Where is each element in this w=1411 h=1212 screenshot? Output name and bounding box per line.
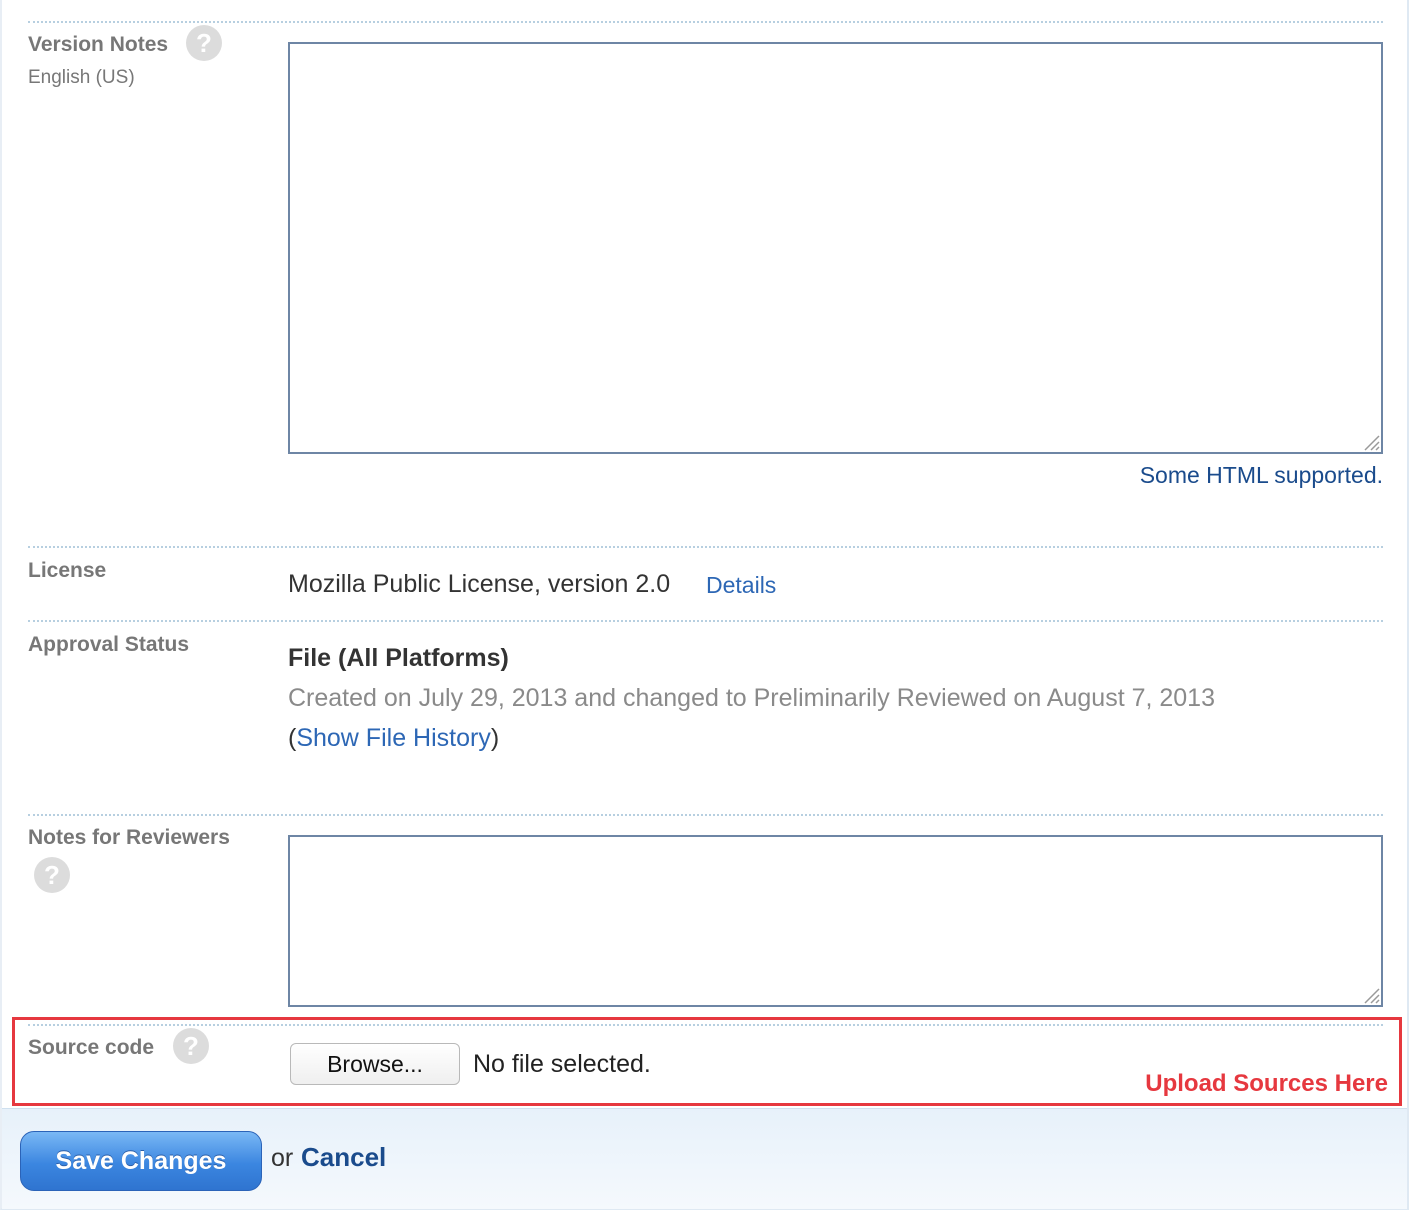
reviewer-notes-help-icon[interactable]: ? xyxy=(34,857,70,893)
license-label: License xyxy=(28,559,107,582)
license-details-link[interactable]: Details xyxy=(706,572,776,599)
cancel-link[interactable]: Cancel xyxy=(301,1142,386,1173)
file-status-text: Created on July 29, 2013 and changed to … xyxy=(288,684,1215,712)
license-value: Mozilla Public License, version 2.0 xyxy=(288,570,671,598)
version-notes-help-icon[interactable]: ? xyxy=(186,25,222,61)
section-divider xyxy=(28,620,1383,622)
reviewer-notes-textarea[interactable] xyxy=(288,835,1383,1007)
approval-status-label: Approval Status xyxy=(28,633,190,656)
resize-grip-icon[interactable] xyxy=(1362,986,1380,1004)
section-divider xyxy=(28,814,1383,816)
show-file-history-link[interactable]: Show File History xyxy=(296,724,491,752)
version-notes-textarea[interactable] xyxy=(288,42,1383,454)
version-notes-label: Version Notes xyxy=(28,33,169,56)
or-text: or xyxy=(271,1144,294,1172)
save-changes-button[interactable]: Save Changes xyxy=(20,1131,262,1191)
section-divider xyxy=(28,21,1383,23)
resize-grip-icon[interactable] xyxy=(1362,433,1380,451)
file-history-line: (Show File History) xyxy=(288,724,499,753)
section-divider xyxy=(28,546,1383,548)
file-title: File (All Platforms) xyxy=(288,644,509,672)
version-notes-locale: English (US) xyxy=(28,67,135,88)
reviewer-notes-label: Notes for Reviewers xyxy=(28,826,230,849)
html-supported-note: Some HTML supported. xyxy=(1139,462,1383,488)
upload-sources-annotation: Upload Sources Here xyxy=(1145,1070,1388,1097)
close-paren: ) xyxy=(490,724,500,752)
